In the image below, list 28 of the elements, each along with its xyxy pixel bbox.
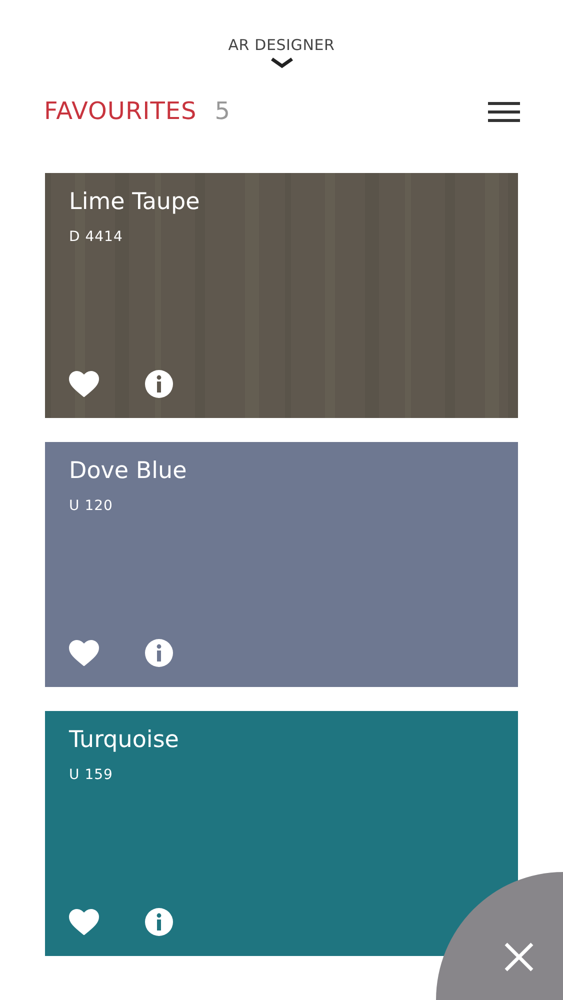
info-button[interactable] bbox=[145, 370, 173, 398]
app-title[interactable]: AR DESIGNER bbox=[228, 38, 335, 53]
material-code: D 4414 bbox=[69, 228, 124, 247]
heart-icon bbox=[69, 371, 99, 397]
info-button[interactable] bbox=[145, 908, 173, 936]
material-name: Lime Taupe bbox=[69, 189, 201, 217]
info-button[interactable] bbox=[145, 639, 173, 667]
info-icon bbox=[145, 908, 173, 936]
chevron-down-icon[interactable] bbox=[270, 57, 294, 69]
favourites-count: 5 bbox=[214, 96, 230, 127]
favourite-button[interactable] bbox=[69, 371, 99, 397]
material-name: Dove Blue bbox=[69, 458, 188, 486]
material-card[interactable]: Dove Blue U 120 bbox=[45, 442, 518, 687]
heart-icon bbox=[69, 640, 99, 666]
section-title: FAVOURITES bbox=[44, 96, 197, 127]
menu-icon bbox=[487, 100, 521, 124]
favourite-button[interactable] bbox=[69, 909, 99, 935]
heart-icon bbox=[69, 909, 99, 935]
menu-button[interactable] bbox=[487, 99, 521, 123]
material-code: U 120 bbox=[69, 496, 114, 516]
close-icon bbox=[504, 942, 534, 972]
material-card[interactable]: Lime Taupe D 4414 bbox=[45, 173, 518, 418]
material-name: Turquoise bbox=[69, 727, 180, 755]
material-code: U 159 bbox=[69, 766, 114, 785]
material-card[interactable]: Turquoise U 159 bbox=[45, 711, 518, 956]
info-icon bbox=[145, 370, 173, 398]
info-icon bbox=[145, 639, 173, 667]
favourite-button[interactable] bbox=[69, 640, 99, 666]
